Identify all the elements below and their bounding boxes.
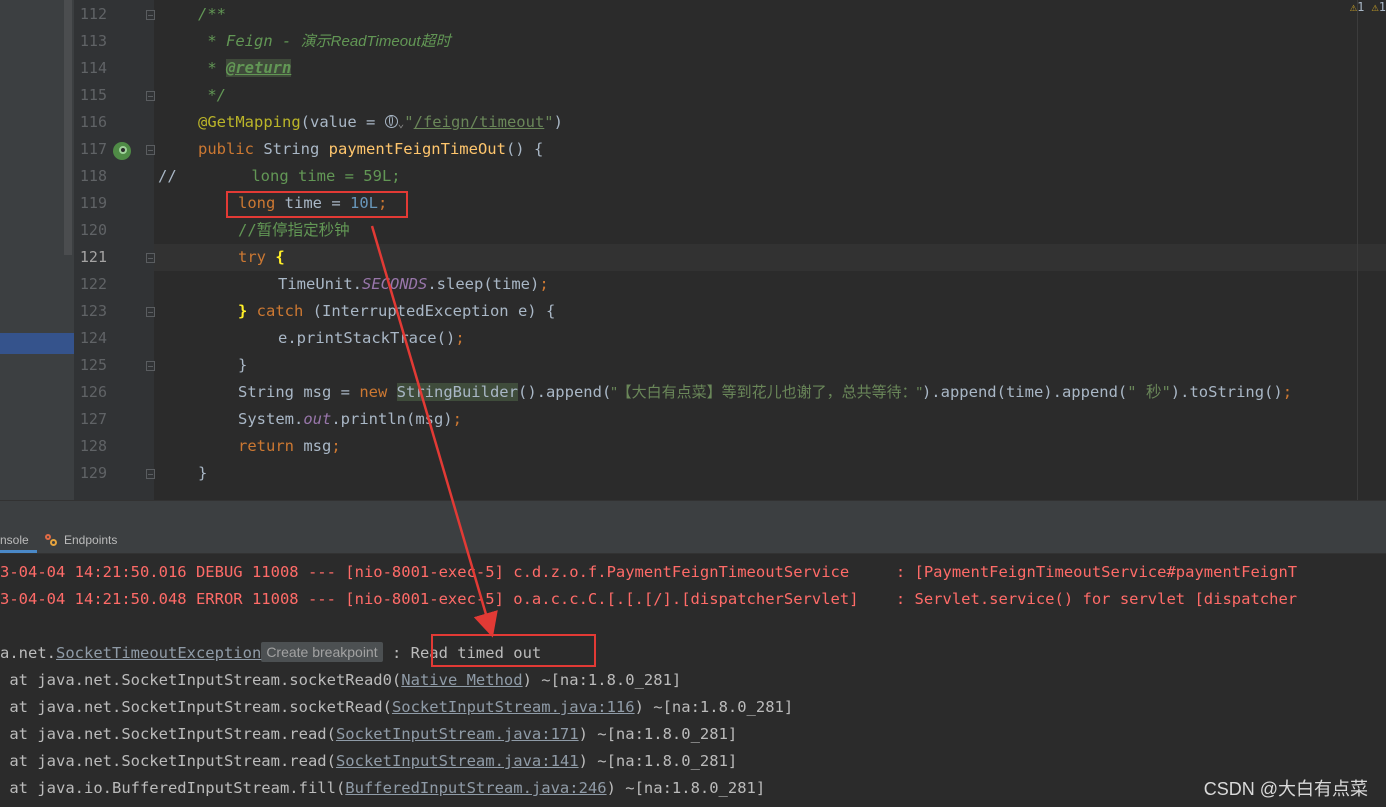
- watermark: CSDN @大白有点菜: [1203, 779, 1368, 799]
- annotation-arrow: [370, 225, 498, 638]
